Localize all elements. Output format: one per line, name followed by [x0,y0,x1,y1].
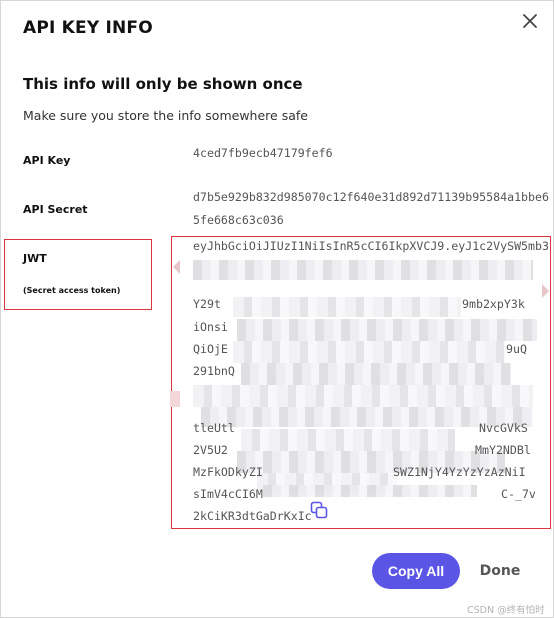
jwt-line[interactable]: eyJhbGciOiJIUzI1NiIsInR5cCI6IkpXVCJ9.eyJ… [193,239,549,253]
close-icon[interactable] [519,10,541,32]
redacted-region [241,429,455,451]
jwt-line-right-fragment: SWZ1NjY4YzYzYzAzNiI [393,465,526,479]
jwt-line-right-fragment: C-_7v [501,487,536,501]
copy-icon[interactable] [310,501,328,519]
redacted-region [193,260,533,280]
redacted-region [241,363,511,385]
jwt-line[interactable]: 291bnQ [193,364,235,378]
jwt-line-right-fragment: NvcGVkS [479,421,528,435]
copy-all-button[interactable]: Copy All [372,553,460,589]
dialog-subtitle: This info will only be shown once [23,75,303,93]
redacted-region [237,319,537,341]
jwt-label-highlight [4,239,152,310]
dialog-description: Make sure you store the info somewhere s… [23,108,308,123]
jwt-line-right-fragment: MmY2NDBl [475,443,531,457]
api-secret-value-line1[interactable]: d7b5e929b832d985070c12f640e31d892d71139b… [193,190,549,204]
jwt-line[interactable]: 2V5U2 [193,443,228,457]
jwt-line[interactable]: tleUtl [193,421,235,435]
jwt-line[interactable]: sImV4cCI6M [193,487,263,501]
redacted-region [233,341,505,363]
redacted-region [233,297,461,317]
jwt-sublabel: (Secret access token) [23,286,121,295]
selection-marker [170,391,180,407]
watermark: CSDN @终有怕时 [467,605,545,616]
api-key-info-dialog: API KEY INFO This info will only be show… [0,0,554,618]
jwt-line-right-fragment: 9mb2xpY3k [462,297,525,311]
jwt-line[interactable]: Y29t [193,297,221,311]
redacted-region [193,385,533,407]
api-key-label: API Key [23,154,71,167]
jwt-line[interactable]: iOnsi [193,320,228,334]
jwt-line-right-fragment: 9uQ [506,342,527,356]
jwt-label: JWT [23,252,47,265]
jwt-line[interactable]: 2kCiKR3dtGaDrKxIc [193,509,312,523]
redacted-region [263,485,477,497]
api-key-value[interactable]: 4ced7fb9ecb47179fef6 [193,146,333,160]
scroll-left-arrow-icon [173,260,180,274]
api-secret-label: API Secret [23,203,88,216]
jwt-line[interactable]: MzFkODkyZI [193,465,263,479]
done-button[interactable]: Done [475,553,525,589]
dialog-title: API KEY INFO [23,18,153,38]
jwt-line[interactable]: QiOjE [193,342,228,356]
api-secret-value-line2[interactable]: 5fe668c63c036 [193,213,284,227]
scroll-right-arrow-icon [542,284,549,298]
